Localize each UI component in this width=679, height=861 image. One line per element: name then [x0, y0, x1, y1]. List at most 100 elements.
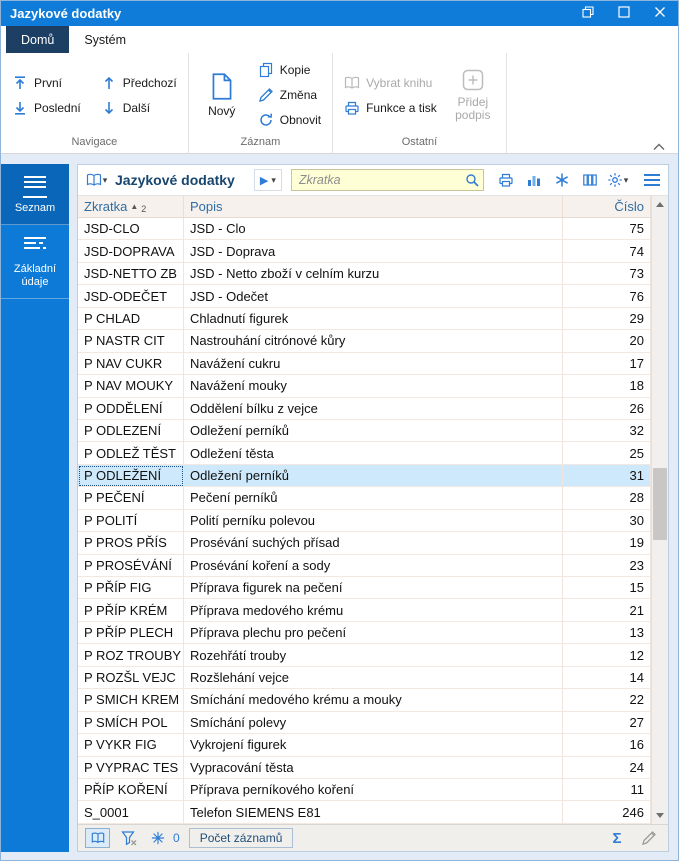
cell-zkratka[interactable]: P PROSÉVÁNÍ: [78, 554, 184, 577]
filter-button[interactable]: [119, 828, 139, 848]
quick-edit-button[interactable]: [639, 828, 659, 848]
cell-popis[interactable]: JSD - Netto zboží v celním kurzu: [184, 262, 563, 286]
cell-zkratka[interactable]: JSD-NETTO ZB: [78, 262, 184, 286]
marker-button[interactable]: [148, 828, 168, 848]
cell-zkratka[interactable]: JSD-ODEČET: [78, 285, 184, 308]
cell-zkratka[interactable]: P ODLEŽ TĚST: [78, 442, 184, 465]
cell-zkratka[interactable]: JSD-CLO: [78, 218, 184, 241]
table-row[interactable]: P NAV CUKR Navážení cukru 17: [78, 352, 651, 376]
cell-popis[interactable]: Příprava medového krému: [184, 599, 563, 622]
table-row[interactable]: P NAV MOUKY Navážení mouky 18: [78, 375, 651, 398]
collapse-ribbon-button[interactable]: [652, 139, 666, 150]
cell-popis[interactable]: Pečení perníků: [184, 487, 563, 510]
new-record-button[interactable]: Nový: [197, 59, 247, 131]
table-row[interactable]: P ODDĚLENÍ Oddělení bílku z vejce 26: [78, 397, 651, 420]
table-row[interactable]: P CHLAD Chladnutí figurek 29: [78, 307, 651, 331]
cell-cislo[interactable]: 74: [563, 240, 651, 263]
cell-zkratka[interactable]: P SMÍCH POL: [78, 711, 184, 735]
cell-popis[interactable]: Navážení mouky: [184, 375, 563, 398]
cell-cislo[interactable]: 15: [563, 577, 651, 600]
cell-zkratka[interactable]: P ODLEZENÍ: [78, 419, 184, 443]
table-row[interactable]: P PŘÍP FIG Příprava figurek na pečení 15: [78, 577, 651, 600]
search-icon[interactable]: [464, 172, 480, 188]
table-row[interactable]: P VYKR FIG Vykrojení figurek 16: [78, 734, 651, 757]
table-row[interactable]: P ROZ TROUBY Rozehřátí trouby 12: [78, 644, 651, 667]
sum-button[interactable]: Σ: [607, 828, 627, 848]
tab-domu[interactable]: Domů: [6, 26, 70, 53]
table-row[interactable]: P PŘÍP PLECH Příprava plechu pro pečení …: [78, 621, 651, 645]
cell-popis[interactable]: Příprava figurek na pečení: [184, 577, 563, 600]
cell-zkratka[interactable]: S_0001: [78, 801, 184, 824]
list-view-toggle[interactable]: [85, 828, 110, 848]
scroll-up-button[interactable]: [652, 196, 668, 213]
chart-button[interactable]: [522, 169, 545, 191]
cell-popis[interactable]: JSD - Doprava: [184, 240, 563, 263]
cell-cislo[interactable]: 29: [563, 307, 651, 331]
settings-gear-button[interactable]: ▾: [606, 169, 629, 191]
table-row[interactable]: JSD-NETTO ZB JSD - Netto zboží v celním …: [78, 262, 651, 286]
cell-popis[interactable]: Odležení perníků: [184, 464, 563, 488]
cell-zkratka[interactable]: P NASTR CIT: [78, 330, 184, 353]
cell-cislo[interactable]: 75: [563, 218, 651, 241]
table-row[interactable]: P VYPRAC TES Vypracování těsta 24: [78, 756, 651, 779]
table-row[interactable]: S_0001 Telefon SIEMENS E81 246: [78, 801, 651, 824]
cell-popis[interactable]: Rozehřátí trouby: [184, 644, 563, 667]
cell-cislo[interactable]: 23: [563, 554, 651, 577]
first-record-button[interactable]: První: [9, 70, 84, 95]
table-row[interactable]: P ODLEŽ TĚST Odležení těsta 25: [78, 442, 651, 465]
cell-zkratka[interactable]: PŘÍP KOŘENÍ: [78, 778, 184, 802]
cell-cislo[interactable]: 30: [563, 509, 651, 533]
table-row[interactable]: P PŘÍP KRÉM Příprava medového krému 21: [78, 599, 651, 622]
cell-cislo[interactable]: 26: [563, 397, 651, 420]
cell-zkratka[interactable]: P PROS PŘÍS: [78, 532, 184, 555]
table-row[interactable]: P PEČENÍ Pečení perníků 28: [78, 487, 651, 510]
table-row[interactable]: P ROZŠL VEJC Rozšlehání vejce 14: [78, 666, 651, 690]
select-book-button[interactable]: Vybrat knihu: [341, 70, 440, 95]
cell-popis[interactable]: Smíchání polevy: [184, 711, 563, 735]
search-input[interactable]: [296, 172, 464, 188]
book-selector-button[interactable]: ▾: [85, 169, 108, 191]
cell-popis[interactable]: Nastrouhání citrónové kůry: [184, 330, 563, 353]
sidebar-item-seznam[interactable]: Seznam: [1, 164, 69, 225]
cell-popis[interactable]: Polití perníku polevou: [184, 509, 563, 533]
cell-cislo[interactable]: 73: [563, 262, 651, 286]
cell-zkratka[interactable]: P PŘÍP FIG: [78, 577, 184, 600]
cell-cislo[interactable]: 24: [563, 756, 651, 779]
cell-popis[interactable]: Chladnutí figurek: [184, 307, 563, 331]
cell-popis[interactable]: Prosévání suchých přísad: [184, 532, 563, 555]
cell-cislo[interactable]: 19: [563, 532, 651, 555]
cell-zkratka[interactable]: P ODDĚLENÍ: [78, 397, 184, 420]
add-signature-button[interactable]: Přidej podpis: [448, 59, 498, 131]
column-header-popis[interactable]: Popis: [184, 196, 563, 217]
previous-record-button[interactable]: Předchozí: [98, 70, 180, 95]
cell-zkratka[interactable]: P POLITÍ: [78, 509, 184, 533]
last-record-button[interactable]: Poslední: [9, 95, 84, 120]
scrollbar-thumb[interactable]: [653, 468, 667, 540]
cell-zkratka[interactable]: P PŘÍP PLECH: [78, 621, 184, 645]
table-row[interactable]: P PROS PŘÍS Prosévání suchých přísad 19: [78, 532, 651, 555]
cell-popis[interactable]: JSD - Clo: [184, 218, 563, 241]
cell-cislo[interactable]: 31: [563, 464, 651, 488]
record-count-button[interactable]: Počet záznamů: [188, 828, 294, 848]
cell-cislo[interactable]: 13: [563, 621, 651, 645]
table-row[interactable]: PŘÍP KOŘENÍ Příprava perníkového koření …: [78, 778, 651, 802]
cell-cislo[interactable]: 21: [563, 599, 651, 622]
cell-popis[interactable]: Odležení perníků: [184, 419, 563, 443]
cell-zkratka[interactable]: P SMICH KREM: [78, 689, 184, 712]
cell-popis[interactable]: Rozšlehání vejce: [184, 666, 563, 690]
cell-popis[interactable]: Vykrojení figurek: [184, 734, 563, 757]
vertical-scrollbar[interactable]: [651, 196, 668, 824]
table-row[interactable]: P NASTR CIT Nastrouhání citrónové kůry 2…: [78, 330, 651, 353]
cell-cislo[interactable]: 20: [563, 330, 651, 353]
columns-button[interactable]: [578, 169, 601, 191]
cell-zkratka[interactable]: P VYPRAC TES: [78, 756, 184, 779]
scroll-down-button[interactable]: [652, 807, 668, 824]
cell-zkratka[interactable]: P PEČENÍ: [78, 487, 184, 510]
table-row[interactable]: P PROSÉVÁNÍ Prosévání koření a sody 23: [78, 554, 651, 577]
functions-print-button[interactable]: Funkce a tisk: [341, 95, 440, 120]
cell-cislo[interactable]: 14: [563, 666, 651, 690]
table-row[interactable]: P ODLEZENÍ Odležení perníků 32: [78, 419, 651, 443]
cell-popis[interactable]: JSD - Odečet: [184, 285, 563, 308]
table-row[interactable]: P SMICH KREM Smíchání medového krému a m…: [78, 689, 651, 712]
cell-cislo[interactable]: 32: [563, 419, 651, 443]
